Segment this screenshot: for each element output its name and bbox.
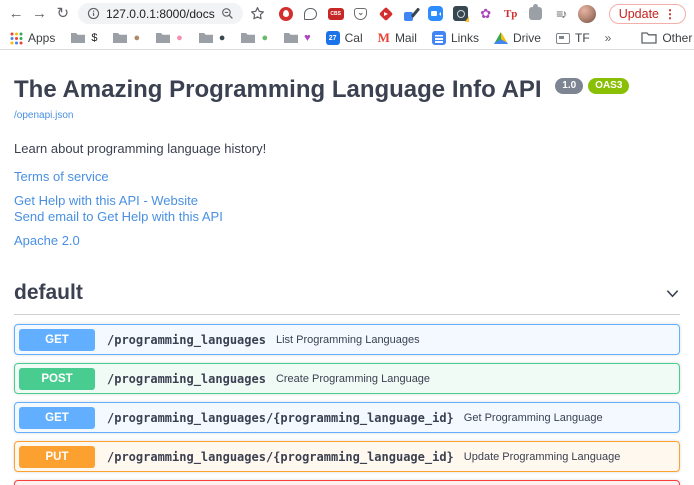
- folder-emoji: $: [91, 33, 97, 44]
- openapi-spec-link[interactable]: /openapi.json: [14, 110, 74, 121]
- page-info-icon[interactable]: [87, 7, 100, 20]
- terms-of-service-link[interactable]: Terms of service: [14, 169, 680, 184]
- bookmarks-bar: Apps $ ● ● ● ● ♥ 27 Cal M Mail Links: [0, 27, 694, 50]
- operation-summary: Create Programming Language: [276, 373, 430, 385]
- gmail-icon: M: [378, 30, 390, 46]
- zoom-camera-extension-icon[interactable]: [428, 6, 444, 22]
- cbs-extension-icon[interactable]: CBS: [328, 6, 344, 22]
- operation-path: /programming_languages/{programming_lang…: [107, 450, 454, 464]
- bookmark-folder[interactable]: ●: [155, 32, 183, 44]
- reload-icon[interactable]: ↻: [55, 6, 71, 21]
- api-title-text: The Amazing Programming Language Info AP…: [14, 76, 542, 103]
- operation-path: /programming_languages: [107, 372, 266, 386]
- operation-row[interactable]: POST /programming_languages Create Progr…: [14, 363, 680, 394]
- version-badge: 1.0: [555, 78, 583, 94]
- bookmark-folder[interactable]: ●: [112, 32, 140, 44]
- bookmark-cal[interactable]: 27 Cal: [326, 31, 363, 45]
- bookmarks-overflow-chevron[interactable]: »: [605, 31, 612, 45]
- settings-warning-extension-icon[interactable]: [453, 6, 469, 22]
- section-title: default: [14, 281, 83, 305]
- url-text[interactable]: 127.0.0.1:8000/docs: [106, 7, 215, 21]
- folder-icon: [283, 32, 299, 44]
- operation-row[interactable]: PUT /programming_languages/{programming_…: [14, 441, 680, 472]
- bookmark-folder[interactable]: $: [70, 32, 97, 44]
- operation-row[interactable]: GET /programming_languages/{programming_…: [14, 402, 680, 433]
- extensions-row: CBS ⌄ ✿ Tp ≡♪: [278, 5, 596, 23]
- tampermonkey-extension-icon[interactable]: Tp: [503, 6, 519, 22]
- update-button[interactable]: Update ⋮: [609, 4, 686, 24]
- update-label: Update: [619, 7, 659, 21]
- folder-emoji: ●: [219, 33, 226, 44]
- color-picker-extension-icon[interactable]: [403, 6, 419, 22]
- oas3-badge: OAS3: [588, 78, 629, 94]
- bookmark-tf[interactable]: TF: [556, 31, 590, 45]
- profile-avatar[interactable]: [578, 5, 596, 23]
- zoom-out-icon[interactable]: [221, 7, 234, 20]
- operation-summary: Get Programming Language: [464, 412, 603, 424]
- chat-bubble-extension-icon[interactable]: [303, 6, 319, 22]
- links-label: Links: [451, 31, 479, 45]
- purple-flower-extension-icon[interactable]: ✿: [478, 6, 494, 22]
- operation-path: /programming_languages/{programming_lang…: [107, 411, 454, 425]
- folder-icon: [112, 32, 128, 44]
- folder-icon: [155, 32, 171, 44]
- drive-label: Drive: [513, 31, 541, 45]
- page-title: The Amazing Programming Language Info AP…: [14, 76, 680, 105]
- google-drive-icon: [494, 32, 508, 44]
- bookmark-star-icon[interactable]: [250, 6, 265, 21]
- apps-grid-icon: [10, 32, 23, 45]
- back-icon[interactable]: ←: [8, 6, 24, 21]
- folder-emoji: ●: [133, 33, 140, 44]
- calendar-icon: 27: [326, 31, 340, 45]
- folder-emoji: ♥: [304, 33, 311, 44]
- puzzle-extension-icon[interactable]: [528, 6, 544, 22]
- apps-label: Apps: [28, 31, 55, 45]
- bookmark-drive[interactable]: Drive: [494, 31, 541, 45]
- http-method-badge: POST: [19, 368, 95, 390]
- other-bookmarks-label: Other Bookmarks: [662, 31, 694, 45]
- menu-dots-icon[interactable]: ⋮: [664, 7, 676, 21]
- http-method-badge: GET: [19, 329, 95, 351]
- operations-list: GET /programming_languages List Programm…: [14, 324, 680, 485]
- folder-emoji: ●: [261, 33, 268, 44]
- folder-icon: [70, 32, 86, 44]
- operation-summary: List Programming Languages: [276, 334, 420, 346]
- bookmark-links[interactable]: Links: [432, 31, 479, 45]
- email-help-link[interactable]: Send email to Get Help with this API: [14, 209, 680, 226]
- swagger-docs-page: The Amazing Programming Language Info AP…: [0, 50, 694, 485]
- folder-emoji: ●: [176, 33, 183, 44]
- bookmark-mail[interactable]: M Mail: [378, 30, 417, 46]
- cal-label: Cal: [345, 31, 363, 45]
- http-method-badge: PUT: [19, 446, 95, 468]
- links-list-icon: [432, 31, 446, 45]
- http-method-badge: GET: [19, 407, 95, 429]
- api-description: Learn about programming language history…: [14, 141, 680, 156]
- website-help-link[interactable]: Get Help with this API - Website: [14, 193, 680, 210]
- operation-row[interactable]: GET /programming_languages List Programm…: [14, 324, 680, 355]
- chevron-down-icon[interactable]: [665, 286, 680, 301]
- red-circle-extension-icon[interactable]: [278, 6, 294, 22]
- tf-label: TF: [575, 31, 590, 45]
- forward-icon[interactable]: →: [31, 6, 47, 21]
- media-queue-extension-icon[interactable]: ≡♪: [553, 6, 569, 22]
- browser-toolbar: ← → ↻ 127.0.0.1:8000/docs CBS ⌄ ✿ Tp ≡♪ …: [0, 0, 694, 27]
- operation-path: /programming_languages: [107, 333, 266, 347]
- folder-icon: [641, 32, 657, 44]
- operation-row[interactable]: DELETE /programming_languages/{programmi…: [14, 480, 680, 485]
- red-diamond-extension-icon[interactable]: [378, 6, 394, 22]
- folder-icon: [240, 32, 256, 44]
- default-section-header[interactable]: default: [14, 281, 680, 315]
- operation-summary: Update Programming Language: [464, 451, 621, 463]
- license-link[interactable]: Apache 2.0: [14, 233, 680, 248]
- bookmark-folder[interactable]: ●: [240, 32, 268, 44]
- bookmark-folder[interactable]: ♥: [283, 32, 311, 44]
- apps-shortcut[interactable]: Apps: [10, 31, 55, 45]
- mail-label: Mail: [395, 31, 417, 45]
- other-bookmarks[interactable]: Other Bookmarks: [641, 31, 694, 45]
- folder-icon: [198, 32, 214, 44]
- bookmark-folder[interactable]: ●: [198, 32, 226, 44]
- address-bar[interactable]: 127.0.0.1:8000/docs: [78, 3, 243, 24]
- tf-icon: [556, 33, 570, 44]
- pocket-extension-icon[interactable]: ⌄: [353, 6, 369, 22]
